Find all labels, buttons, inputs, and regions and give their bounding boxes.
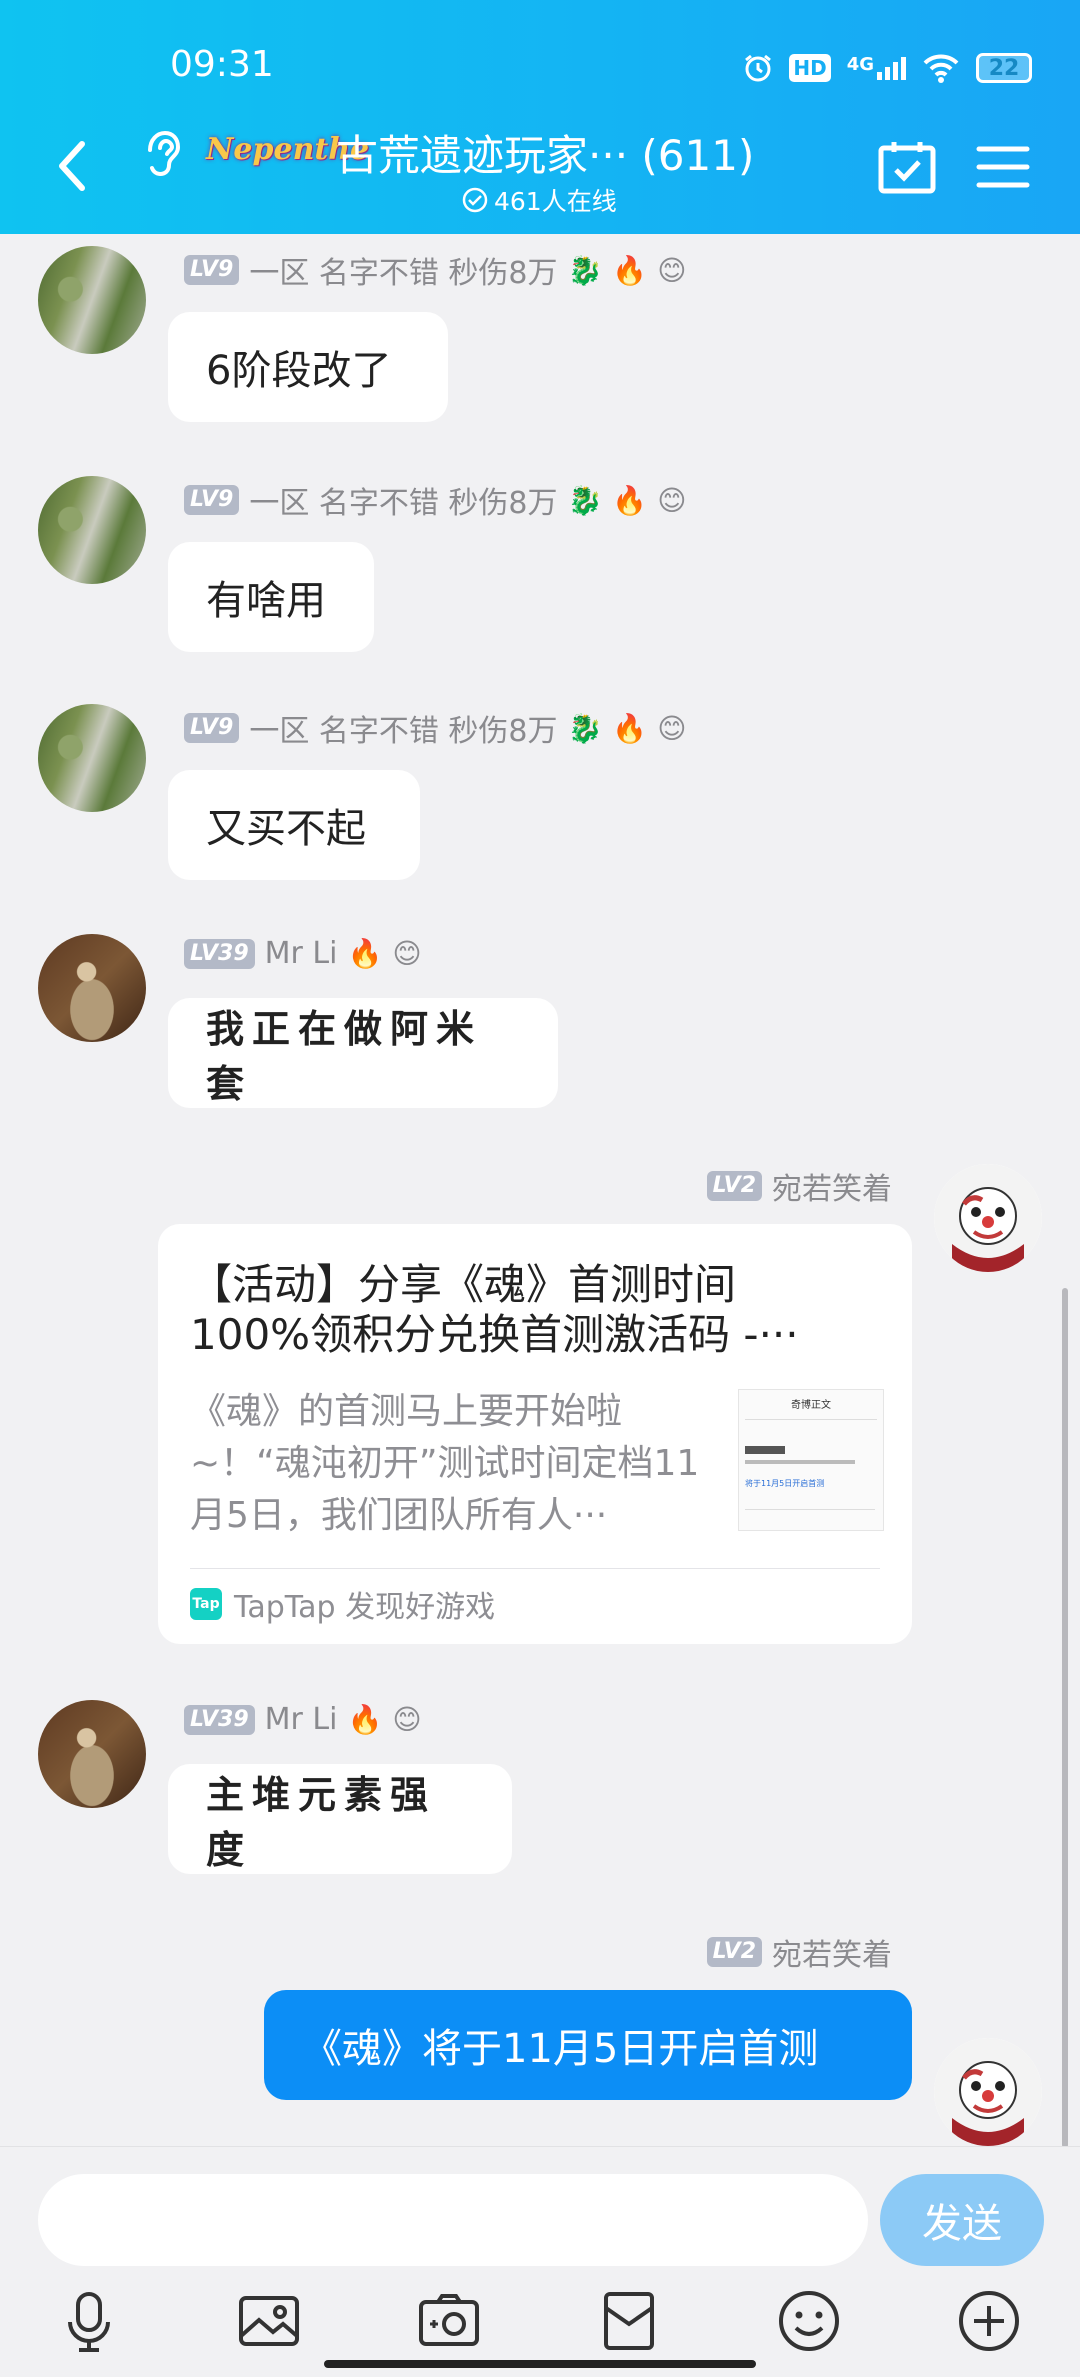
home-indicator[interactable] [324, 2360, 756, 2368]
alarm-icon [745, 54, 772, 82]
smile-badge-icon: 😊 [657, 483, 687, 517]
wifi-icon [923, 54, 959, 83]
card-divider [190, 1568, 880, 1569]
dragon-icon: 🐉 [567, 253, 603, 287]
card-title-line1: 【活动】分享《魂》首测时间 [190, 1260, 737, 1309]
avatar[interactable] [38, 934, 146, 1042]
network-type: 4G [846, 53, 874, 75]
sender-meta: LV39 Mr Li 🔥 😊 [184, 936, 422, 971]
back-icon[interactable] [52, 136, 92, 196]
online-count: 461人在线 [462, 182, 617, 218]
sender-meta: LV2 宛若笑着 [706, 1930, 892, 1974]
message-bubble[interactable]: 《魂》将于11月5日开启首测 [264, 1990, 912, 2100]
level-badge: LV2 [706, 1937, 762, 1967]
smile-badge-icon: 😊 [657, 253, 687, 287]
scrollbar[interactable] [1062, 1288, 1068, 2148]
message-bubble[interactable]: 又买不起 [168, 770, 420, 880]
calendar-check-icon[interactable] [878, 140, 936, 194]
emoji-icon[interactable] [776, 2288, 842, 2354]
avatar[interactable] [38, 476, 146, 584]
shared-link-card[interactable]: 【活动】分享《魂》首测时间 100%领积分兑换首测激活码 -··· 《魂》的首测… [158, 1224, 912, 1644]
group-title[interactable]: 古荒遗迹玩家··· (611) [336, 122, 754, 183]
check-circle-icon [462, 187, 488, 213]
fire-icon: 🔥 [612, 483, 648, 517]
card-title-line2: 100%领积分兑换首测激活码 -··· [190, 1310, 799, 1359]
status-icons: HD 4G 22 [743, 48, 1032, 88]
status-time: 09:31 [170, 44, 274, 85]
ear-icon[interactable] [140, 128, 182, 178]
taptap-icon: Tap [190, 1588, 222, 1620]
message-bubble[interactable]: 6阶段改了 [168, 312, 448, 422]
dragon-icon: 🐉 [567, 711, 603, 745]
message-bubble[interactable]: 有啥用 [168, 542, 374, 652]
card-thumbnail: 奇博正文 将于11月5日开启首测 [738, 1389, 884, 1531]
smile-badge-icon: 😊 [392, 937, 422, 970]
cell-signal-icon: 4G [846, 53, 906, 80]
image-icon[interactable] [236, 2288, 302, 2354]
sender-meta: LV9 一区 名字不错 秒伤8万 🐉 🔥 😊 [184, 706, 686, 750]
clown-mask-icon [934, 1164, 1042, 1272]
sender-name: 一区 名字不错 秒伤8万 [249, 256, 558, 291]
message-bubble[interactable]: 主堆元素强度 [168, 1764, 512, 1874]
battery-indicator: 22 [976, 53, 1032, 83]
sender-name: 一区 名字不错 秒伤8万 [249, 486, 558, 521]
envelope-icon[interactable] [596, 2288, 662, 2354]
sender-meta: LV39 Mr Li 🔥 😊 [184, 1702, 422, 1737]
level-badge: LV2 [706, 1171, 762, 1201]
sender-meta: LV9 一区 名字不错 秒伤8万 🐉 🔥 😊 [184, 248, 686, 292]
sender-name: 宛若笑着 [772, 1172, 892, 1207]
smile-badge-icon: 😊 [657, 711, 687, 745]
dragon-icon: 🐉 [567, 483, 603, 517]
sender-name: Mr Li [264, 1702, 338, 1737]
level-badge: LV39 [184, 938, 255, 969]
thumbnail-link: 将于11月5日开启首测 [745, 1479, 825, 1488]
level-badge: LV9 [184, 485, 240, 515]
card-description: 《魂》的首测马上要开始啦~！“魂沌初开”测试时间定档11月5日，我们团队所有人·… [190, 1391, 700, 1536]
avatar[interactable] [934, 1164, 1042, 1272]
clown-mask-icon [934, 2038, 1042, 2146]
sender-name: 宛若笑着 [772, 1938, 892, 1973]
message-bubble[interactable]: 我正在做阿米套 [168, 998, 558, 1108]
level-badge: LV39 [184, 1704, 255, 1735]
avatar[interactable] [38, 246, 146, 354]
thumbnail-heading: 奇博正文 [791, 1400, 831, 1411]
avatar[interactable] [934, 2038, 1042, 2146]
hd-badge: HD [789, 54, 831, 82]
smile-badge-icon: 😊 [392, 1703, 422, 1736]
card-source: Tap TapTap 发现好游戏 [190, 1582, 495, 1626]
avatar[interactable] [38, 704, 146, 812]
camera-icon[interactable] [416, 2288, 482, 2354]
avatar[interactable] [38, 1700, 146, 1808]
menu-icon[interactable] [976, 144, 1030, 190]
level-badge: LV9 [184, 713, 240, 743]
sender-name: 一区 名字不错 秒伤8万 [249, 714, 558, 749]
plus-icon[interactable] [956, 2288, 1022, 2354]
sender-meta: LV2 宛若笑着 [706, 1164, 892, 1208]
fire-icon: 🔥 [347, 937, 383, 970]
fire-icon: 🔥 [612, 253, 648, 287]
message-input[interactable] [38, 2174, 868, 2266]
fire-icon: 🔥 [612, 711, 648, 745]
fire-icon: 🔥 [347, 1703, 383, 1736]
send-button[interactable]: 发送 [880, 2174, 1044, 2266]
level-badge: LV9 [184, 255, 240, 285]
online-count-label: 461人在线 [494, 187, 617, 216]
mic-icon[interactable] [56, 2288, 122, 2354]
sender-name: Mr Li [264, 936, 338, 971]
sender-meta: LV9 一区 名字不错 秒伤8万 🐉 🔥 😊 [184, 478, 686, 522]
card-source-label: TapTap 发现好游戏 [234, 1590, 496, 1625]
chat-header: 09:31 HD 4G 22 Nepenthe 古荒遗迹玩家··· (611) … [0, 0, 1080, 234]
